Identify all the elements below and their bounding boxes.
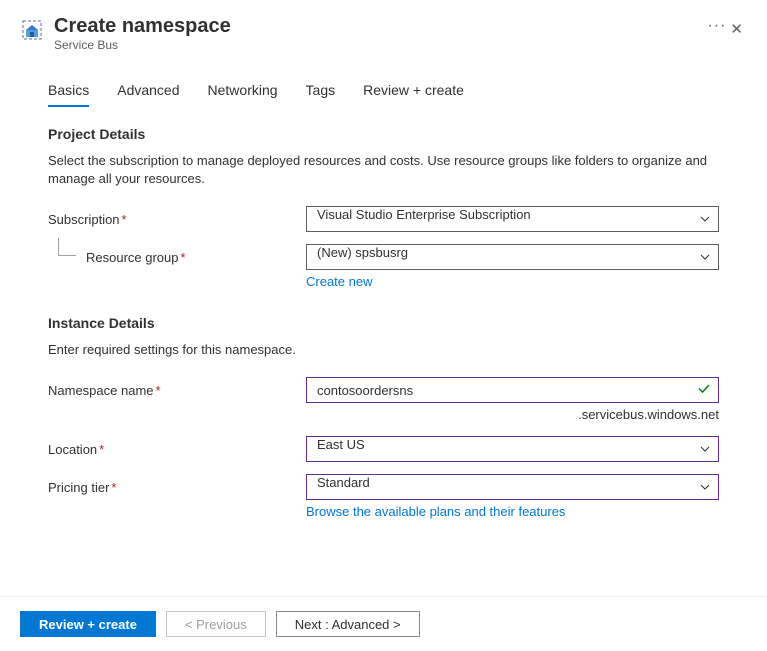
page-header: Create namespace Service Bus ··· ✕	[0, 0, 767, 60]
subscription-row: Subscription* Visual Studio Enterprise S…	[48, 206, 719, 232]
instance-details-heading: Instance Details	[48, 315, 719, 331]
required-indicator: *	[111, 480, 116, 495]
namespace-name-label: Namespace name*	[48, 377, 306, 398]
page-subtitle: Service Bus	[54, 38, 687, 52]
tab-basics[interactable]: Basics	[48, 82, 89, 106]
location-row: Location* East US	[48, 436, 719, 462]
namespace-suffix: .servicebus.windows.net	[306, 407, 719, 422]
subscription-select-value: Visual Studio Enterprise Subscription	[306, 206, 719, 232]
tab-networking[interactable]: Networking	[208, 82, 278, 106]
service-bus-icon	[20, 18, 44, 42]
tab-tags[interactable]: Tags	[306, 82, 336, 106]
location-label: Location*	[48, 436, 306, 457]
more-options-button[interactable]: ···	[707, 14, 726, 38]
resource-group-label-text: Resource group	[86, 250, 179, 265]
tab-bar: Basics Advanced Networking Tags Review +…	[0, 60, 767, 106]
content-area: Project Details Select the subscription …	[0, 106, 767, 519]
pricing-tier-label-text: Pricing tier	[48, 480, 109, 495]
required-indicator: *	[156, 383, 161, 398]
resource-group-select[interactable]: (New) spsbusrg	[306, 244, 719, 270]
tree-connector-icon	[58, 238, 76, 256]
subscription-label: Subscription*	[48, 206, 306, 227]
project-details-heading: Project Details	[48, 126, 719, 142]
location-select[interactable]: East US	[306, 436, 719, 462]
footer-bar: Review + create < Previous Next : Advanc…	[0, 596, 767, 651]
close-button[interactable]: ✕	[726, 14, 747, 46]
pricing-tier-label: Pricing tier*	[48, 474, 306, 495]
required-indicator: *	[181, 250, 186, 265]
previous-button: < Previous	[166, 611, 266, 637]
namespace-name-input[interactable]	[306, 377, 719, 403]
browse-plans-link[interactable]: Browse the available plans and their fea…	[306, 504, 565, 519]
subscription-select[interactable]: Visual Studio Enterprise Subscription	[306, 206, 719, 232]
tab-advanced[interactable]: Advanced	[117, 82, 179, 106]
page-title: Create namespace	[54, 14, 687, 38]
resource-group-label: Resource group*	[48, 244, 306, 265]
subscription-label-text: Subscription	[48, 212, 120, 227]
location-select-value: East US	[306, 436, 719, 462]
resource-group-row: Resource group* (New) spsbusrg Create ne…	[48, 244, 719, 289]
pricing-tier-select[interactable]: Standard	[306, 474, 719, 500]
resource-group-select-value: (New) spsbusrg	[306, 244, 719, 270]
location-label-text: Location	[48, 442, 97, 457]
pricing-tier-select-value: Standard	[306, 474, 719, 500]
tab-review-create[interactable]: Review + create	[363, 82, 464, 106]
required-indicator: *	[122, 212, 127, 227]
required-indicator: *	[99, 442, 104, 457]
create-new-link[interactable]: Create new	[306, 274, 372, 289]
namespace-name-label-text: Namespace name	[48, 383, 154, 398]
namespace-name-row: Namespace name* .servicebus.windows.net	[48, 377, 719, 422]
next-button[interactable]: Next : Advanced >	[276, 611, 420, 637]
review-create-button[interactable]: Review + create	[20, 611, 156, 637]
instance-details-description: Enter required settings for this namespa…	[48, 341, 719, 359]
project-details-description: Select the subscription to manage deploy…	[48, 152, 719, 188]
pricing-tier-row: Pricing tier* Standard Browse the availa…	[48, 474, 719, 519]
